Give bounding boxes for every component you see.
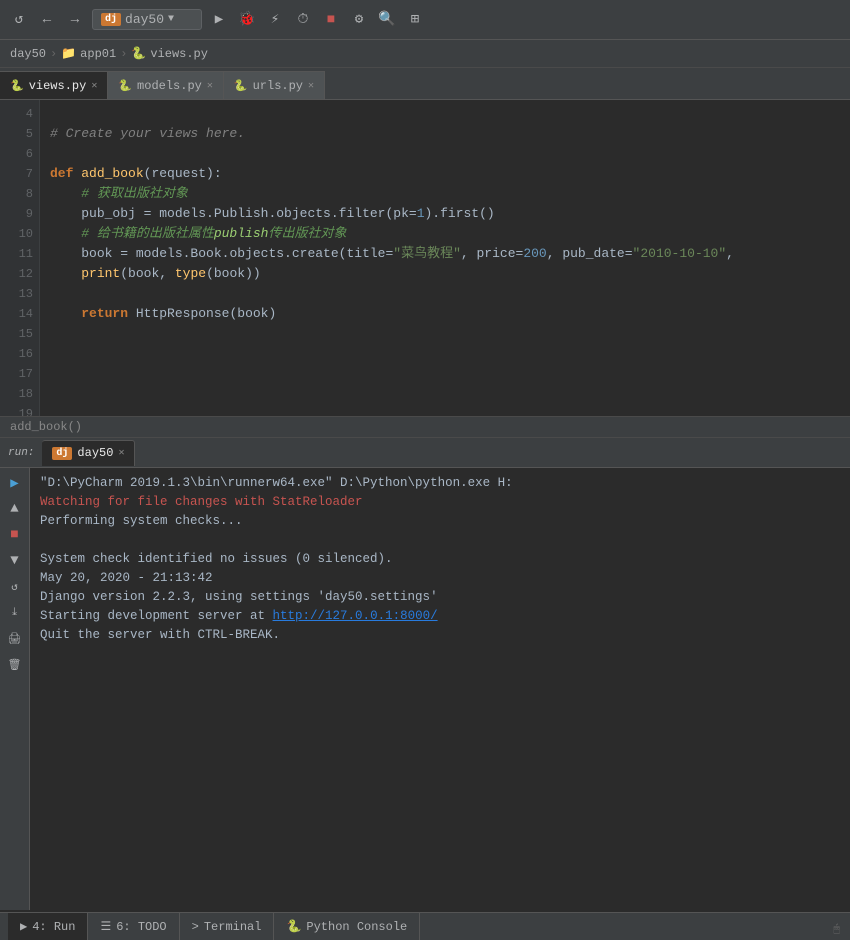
project-selector[interactable]: dj day50 ▼ [92,9,202,30]
toolbar-icon-forward[interactable]: → [64,9,86,31]
tab-views-close[interactable]: ✕ [91,80,97,92]
toolbar-icon-settings[interactable]: ⚙ [348,9,370,31]
toolbar-icon-back[interactable]: ← [36,9,58,31]
output-line-4 [40,531,840,550]
toolbar-icon-profile[interactable]: ⏱ [292,9,314,31]
breadcrumb-file-icon: 🐍 [131,46,146,61]
server-link[interactable]: http://127.0.0.1:8000/ [273,609,438,623]
output-line-7: Django version 2.2.3, using settings 'da… [40,588,840,607]
output-line-6: May 20, 2020 - 21:13:42 [40,569,840,588]
run-icon: ▶ [20,919,27,934]
bottom-tab-run-label: 4: Run [32,920,75,934]
run-stop-icon[interactable]: ■ [4,524,26,546]
tab-models[interactable]: 🐍 models.py ✕ [108,71,224,99]
tab-urls[interactable]: 🐍 urls.py ✕ [224,71,325,99]
toolbar-icon-run[interactable]: ▶ [208,9,230,31]
run-trash-icon[interactable]: 🗑 [4,654,26,676]
bottom-tab-python-console-label: Python Console [306,920,407,934]
todo-icon: ☰ [100,919,111,934]
output-line-5: System check identified no issues (0 sil… [40,550,840,569]
run-play-icon[interactable]: ▶ [4,472,26,494]
toolbar-icon-debug[interactable]: 🐞 [236,9,258,31]
run-content: ▶ ▲ ■ ▼ ↺ ⤓ 🖨 🗑 "D:\PyCharm 2019.1.3\bin… [0,468,850,910]
file-tabs: 🐍 views.py ✕ 🐍 models.py ✕ 🐍 urls.py ✕ [0,68,850,100]
urls-file-icon: 🐍 [234,79,248,93]
breadcrumb-project[interactable]: day50 [10,47,46,61]
run-tab-close[interactable]: ✕ [118,447,124,459]
bottom-tab-todo[interactable]: ☰ 6: TODO [88,913,179,940]
output-line-2: Watching for file changes with StatReloa… [40,493,840,512]
run-label: run: [8,447,42,459]
django-badge: dj [101,13,121,26]
breadcrumb-file[interactable]: views.py [150,47,208,61]
breadcrumb-sep-2: › [120,47,127,61]
project-name: day50 [125,12,164,27]
run-scroll-down-icon[interactable]: ⤓ [4,602,26,624]
views-file-icon: 🐍 [10,79,24,93]
run-django-badge: dj [52,447,72,460]
run-output: "D:\PyCharm 2019.1.3\bin\runnerw64.exe" … [30,468,850,910]
python-console-icon: 🐍 [286,919,301,934]
line-numbers: 45678910111213141516171819202122 [0,100,40,416]
bottom-tab-terminal-label: Terminal [204,920,262,934]
function-context: add_book() [10,420,82,434]
toolbar: ↺ ← → dj day50 ▼ ▶ 🐞 ⚡ ⏱ ■ ⚙ 🔍 ⊞ [0,0,850,40]
run-print-icon[interactable]: 🖨 [4,628,26,650]
toolbar-icon-layout[interactable]: ⊞ [404,9,426,31]
code-content[interactable]: # Create your views here. def add_book(r… [40,100,850,416]
toolbar-icon-refresh[interactable]: ↺ [8,9,30,31]
bottom-tab-python-console[interactable]: 🐍 Python Console [274,913,420,940]
run-down-icon[interactable]: ▼ [4,550,26,572]
breadcrumb-app[interactable]: app01 [80,47,116,61]
code-editor[interactable]: 45678910111213141516171819202122 # Creat… [0,100,850,416]
editor-status: add_book() [0,416,850,438]
bottom-bar: ▶ 4: Run ☰ 6: TODO > Terminal 🐍 Python C… [0,912,850,940]
tab-models-label: models.py [137,79,202,93]
terminal-icon: > [192,920,199,934]
cursor-indicator: 🖱 [833,924,840,936]
breadcrumb: day50 › 📁 app01 › 🐍 views.py [0,40,850,68]
tab-views[interactable]: 🐍 views.py ✕ [0,71,108,99]
bottom-tab-todo-label: 6: TODO [116,920,166,934]
tab-urls-label: urls.py [253,79,303,93]
chevron-down-icon: ▼ [168,14,174,25]
run-panel: run: dj day50 ✕ ▶ ▲ ■ ▼ ↺ ⤓ 🖨 🗑 "D:\PyCh… [0,438,850,910]
output-line-1: "D:\PyCharm 2019.1.3\bin\runnerw64.exe" … [40,474,840,493]
tab-models-close[interactable]: ✕ [207,80,213,92]
toolbar-icon-stop[interactable]: ■ [320,9,342,31]
bottom-tab-terminal[interactable]: > Terminal [180,913,275,940]
run-tab-day50[interactable]: dj day50 ✕ [42,440,135,466]
run-tab-name: day50 [77,446,113,460]
breadcrumb-folder-icon: 📁 [61,46,76,61]
output-line-8: Starting development server at http://12… [40,607,840,626]
run-up-icon[interactable]: ▲ [4,498,26,520]
run-sidebar: ▶ ▲ ■ ▼ ↺ ⤓ 🖨 🗑 [0,468,30,910]
output-line-9: Quit the server with CTRL-BREAK. [40,626,840,645]
tab-views-label: views.py [29,79,87,93]
run-rerun-icon[interactable]: ↺ [4,576,26,598]
bottom-tab-run[interactable]: ▶ 4: Run [8,913,88,940]
tab-urls-close[interactable]: ✕ [308,80,314,92]
toolbar-icon-search[interactable]: 🔍 [376,9,398,31]
toolbar-icon-coverage[interactable]: ⚡ [264,9,286,31]
breadcrumb-sep-1: › [50,47,57,61]
run-tabs-bar: run: dj day50 ✕ [0,438,850,468]
output-line-3: Performing system checks... [40,512,840,531]
models-file-icon: 🐍 [118,79,132,93]
